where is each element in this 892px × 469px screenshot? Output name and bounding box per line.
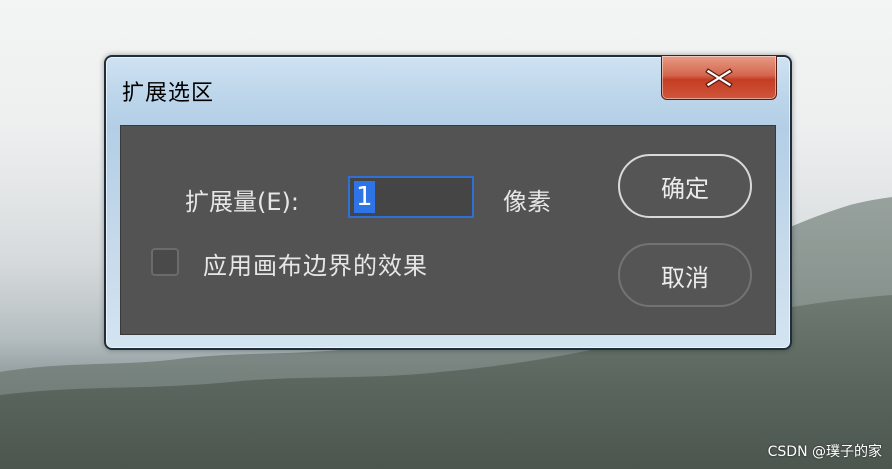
unit-label: 像素 xyxy=(503,188,551,216)
apply-canvas-bounds-label[interactable]: 应用画布边界的效果 xyxy=(203,246,428,281)
apply-canvas-bounds-checkbox[interactable] xyxy=(151,248,179,276)
dialog-title: 扩展选区 xyxy=(122,81,215,106)
cancel-button[interactable]: 取消 xyxy=(618,243,752,307)
ok-button[interactable]: 确定 xyxy=(618,154,752,218)
expand-selection-dialog: 扩展选区 扩展量(E): 1 像素 应用画布边界的效果 确定 取消 xyxy=(104,55,792,350)
close-button[interactable] xyxy=(661,56,777,100)
expand-amount-value: 1 xyxy=(354,181,375,213)
expand-amount-label: 扩展量(E): xyxy=(185,188,299,216)
close-icon xyxy=(705,67,733,88)
watermark-text: CSDN @璞子的家 xyxy=(767,444,882,460)
expand-amount-input[interactable]: 1 xyxy=(348,176,474,218)
dialog-content-panel: 扩展量(E): 1 像素 应用画布边界的效果 确定 取消 xyxy=(120,125,776,335)
